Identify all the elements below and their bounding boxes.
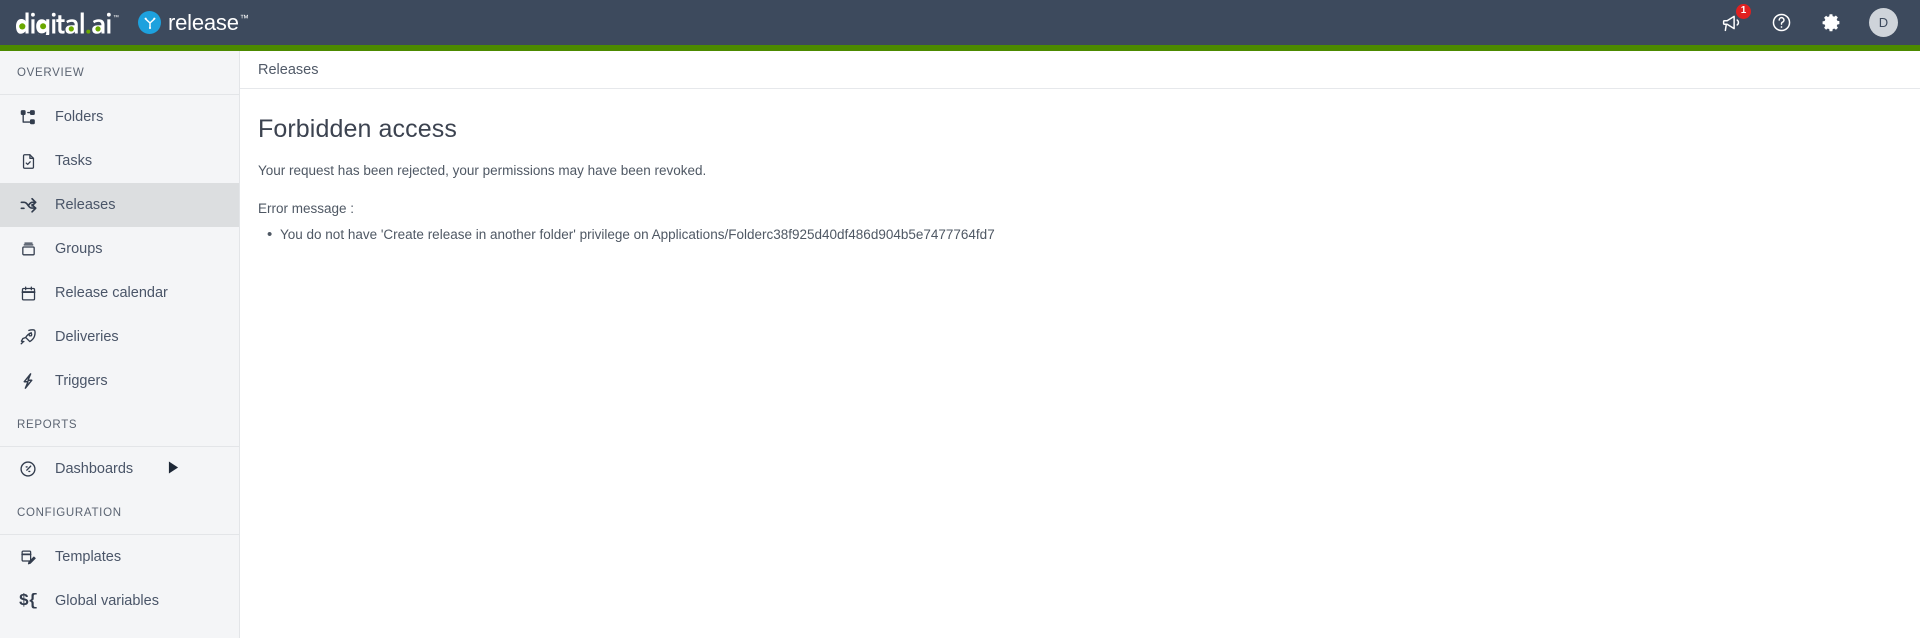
sidebar-item-label: Dashboards xyxy=(55,461,134,477)
sidebar-item-triggers[interactable]: Triggers xyxy=(0,359,239,403)
page-title: Forbidden access xyxy=(258,115,457,143)
release-word-text: release xyxy=(168,9,239,35)
digitalai-wordmark-icon[interactable]: ™ xyxy=(16,11,120,35)
gauge-icon xyxy=(17,458,39,480)
error-message-label: Error message : xyxy=(258,201,355,216)
rocket-icon xyxy=(17,326,39,348)
sidebar-item-label: Groups xyxy=(55,241,103,257)
breadcrumb: Releases xyxy=(240,51,1920,89)
chevron-right-icon[interactable] xyxy=(168,461,179,478)
sidebar-item-tasks[interactable]: Tasks xyxy=(0,139,239,183)
calendar-icon xyxy=(17,282,39,304)
sidebar-item-groups[interactable]: Groups xyxy=(0,227,239,271)
breadcrumb-item-releases[interactable]: Releases xyxy=(258,62,318,78)
lightning-bolt-icon xyxy=(17,370,39,392)
sidebar-item-global-variables[interactable]: ${ Global variables xyxy=(0,579,239,623)
dollar-brace-icon: ${ xyxy=(17,590,39,612)
sidebar-item-label: Triggers xyxy=(55,373,108,389)
sidebar-item-label: Global variables xyxy=(55,593,159,609)
sidebar-item-templates[interactable]: Templates xyxy=(0,535,239,579)
release-trademark: ™ xyxy=(239,12,249,23)
sidebar-item-label: Releases xyxy=(55,197,116,213)
sidebar-section-configuration: CONFIGURATION xyxy=(0,491,239,535)
sidebar-item-deliveries[interactable]: Deliveries xyxy=(0,315,239,359)
megaphone-icon[interactable]: 1 xyxy=(1719,3,1751,35)
sidebar-section-overview: OVERVIEW xyxy=(0,51,239,95)
sitemap-icon xyxy=(17,106,39,128)
svg-text:™: ™ xyxy=(113,14,119,21)
notification-badge: 1 xyxy=(1736,3,1751,19)
release-wordmark: release™ xyxy=(168,9,249,36)
box-icon xyxy=(17,238,39,260)
rejection-description: Your request has been rejected, your per… xyxy=(258,163,707,178)
error-message-item: You do not have 'Create release in anoth… xyxy=(267,224,1898,247)
sidebar-item-label: Deliveries xyxy=(55,329,119,345)
document-check-icon xyxy=(17,150,39,172)
main-content-area: Releases Forbidden access Your request h… xyxy=(240,51,1920,638)
sidebar-navigation: OVERVIEW Folders Tasks Releases Groups R… xyxy=(0,51,240,638)
top-header-bar: ™ release™ 1 D xyxy=(0,0,1920,45)
error-message-list: You do not have 'Create release in anoth… xyxy=(258,224,1898,247)
sidebar-item-label: Release calendar xyxy=(55,285,168,301)
header-actions: 1 D xyxy=(1719,3,1920,37)
sidebar-item-label: Folders xyxy=(55,109,104,125)
shuffle-icon xyxy=(17,194,39,216)
brand-logo-group[interactable]: ™ release™ xyxy=(0,9,249,36)
gear-icon[interactable] xyxy=(1819,11,1843,35)
sidebar-item-release-calendar[interactable]: Release calendar xyxy=(0,271,239,315)
sidebar-item-label: Templates xyxy=(55,549,122,565)
sidebar-item-label: Tasks xyxy=(55,153,93,169)
sidebar-section-reports: REPORTS xyxy=(0,403,239,447)
sidebar-item-releases[interactable]: Releases xyxy=(0,183,239,227)
forbidden-access-panel: Forbidden access Your request has been r… xyxy=(240,89,1920,247)
help-circle-icon[interactable] xyxy=(1769,11,1793,35)
dollar-brace-glyph: ${ xyxy=(18,591,38,611)
sidebar-item-folders[interactable]: Folders xyxy=(0,95,239,139)
release-shuffle-icon xyxy=(138,11,161,34)
template-pencil-icon xyxy=(17,546,39,568)
avatar[interactable]: D xyxy=(1869,8,1898,37)
sidebar-item-dashboards[interactable]: Dashboards xyxy=(0,447,239,491)
